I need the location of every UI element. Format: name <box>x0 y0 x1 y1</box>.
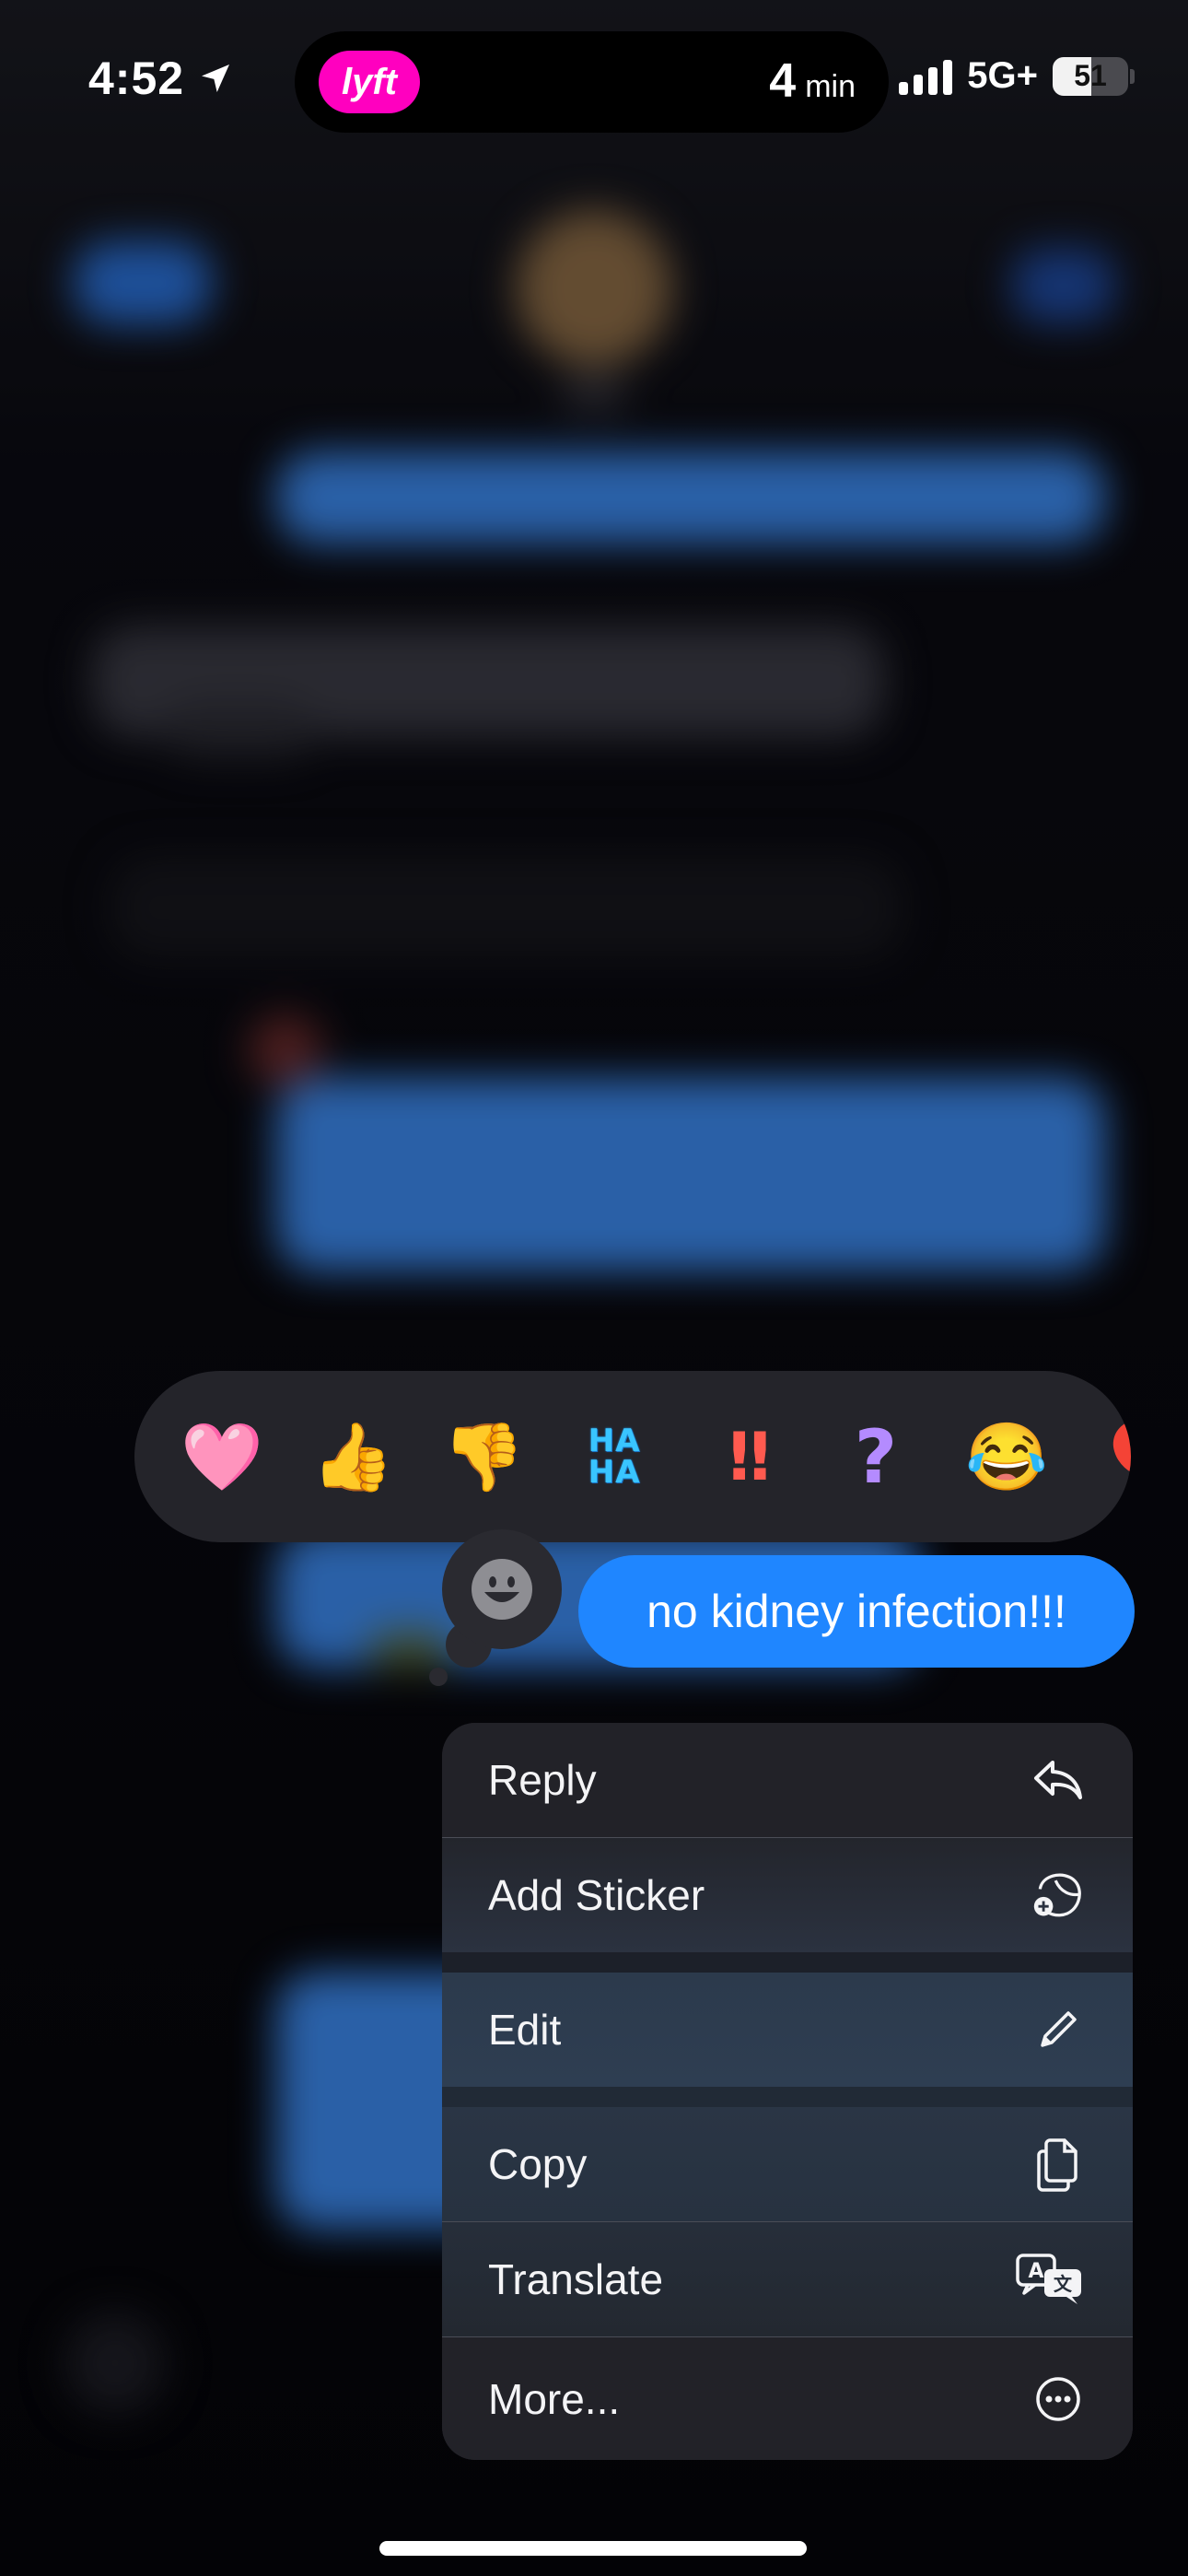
tapback-more-emoji[interactable]: 🎈 <box>1072 1371 1131 1542</box>
menu-item-label: Add Sticker <box>488 1871 705 1919</box>
battery-icon: 51 <box>1053 56 1135 96</box>
double-exclamation-icon: ‼ <box>728 1418 770 1495</box>
status-time-text: 4:52 <box>88 53 185 104</box>
status-indicators: 5G+ 51 <box>899 55 1135 97</box>
emoji-sticker-button[interactable] <box>442 1529 562 1649</box>
selected-message-bubble[interactable]: no kidney infection!!! <box>578 1555 1135 1668</box>
add-sticker-icon <box>1031 1868 1085 1922</box>
thumbs-up-emoji-icon: 👍 <box>311 1420 394 1494</box>
sticker-button-tail-dot <box>429 1668 448 1686</box>
lyft-logo: lyft <box>319 51 420 113</box>
menu-item-add-sticker[interactable]: Add Sticker <box>442 1838 1133 1952</box>
network-type: 5G+ <box>967 55 1038 96</box>
thumbs-down-emoji-icon: 👎 <box>442 1420 525 1494</box>
smiley-face-icon <box>472 1559 532 1620</box>
menu-item-copy[interactable]: Copy <box>442 2107 1133 2221</box>
message-context-menu: Reply Add Sticker Edit Copy Translate A … <box>442 1723 1133 2460</box>
menu-section-gap <box>442 1952 1133 1973</box>
tapback-thumbs-down[interactable]: 👎 <box>418 1371 549 1542</box>
message-text: no kidney infection!!! <box>646 1586 1066 1637</box>
eta-value: 4 <box>769 54 797 108</box>
cellular-signal-icon <box>899 58 953 95</box>
lyft-logo-text: lyft <box>342 61 397 102</box>
tapback-bar: 🩷 👍 👎 HA HA ‼ ? 😂 🎈 <box>134 1371 1131 1542</box>
battery-nub <box>1130 68 1135 84</box>
menu-item-label: More... <box>488 2374 621 2423</box>
svg-text:文: 文 <box>1054 2273 1073 2295</box>
svg-text:A: A <box>1028 2260 1043 2283</box>
menu-item-label: Reply <box>488 1756 597 1804</box>
dynamic-island-live-activity[interactable]: lyft 4 min <box>295 31 889 133</box>
menu-section-gap <box>442 2087 1133 2107</box>
menu-item-label: Translate <box>488 2255 664 2303</box>
location-arrow-icon <box>202 64 230 92</box>
eta-unit: min <box>805 69 856 104</box>
pencil-icon <box>1031 2003 1085 2056</box>
battery-body: 51 <box>1053 56 1128 96</box>
menu-item-translate[interactable]: Translate A 文 <box>442 2222 1133 2336</box>
tapback-tears-of-joy[interactable]: 😂 <box>941 1371 1072 1542</box>
menu-item-label: Edit <box>488 2006 562 2054</box>
battery-percent: 51 <box>1074 59 1107 92</box>
more-emoji-icon: 🎈 <box>1096 1418 1131 1496</box>
reply-arrow-icon <box>1031 1753 1085 1807</box>
haha-icon: HA HA <box>588 1423 641 1491</box>
copy-icon <box>1031 2137 1085 2192</box>
tapback-thumbs-up[interactable]: 👍 <box>287 1371 418 1542</box>
translate-icon: A 文 <box>1015 2253 1085 2306</box>
home-indicator[interactable] <box>379 2541 807 2556</box>
tears-of-joy-emoji-icon: 😂 <box>965 1420 1048 1494</box>
menu-item-reply[interactable]: Reply <box>442 1723 1133 1837</box>
question-mark-icon: ? <box>854 1413 898 1500</box>
status-bar: 4:52 lyft 4 min 5G+ 51 <box>0 0 1188 157</box>
tapback-list: 🩷 👍 👎 HA HA ‼ ? 😂 🎈 <box>134 1371 1131 1542</box>
tapback-exclamation[interactable]: ‼ <box>680 1371 810 1542</box>
tapback-haha[interactable]: HA HA <box>549 1371 680 1542</box>
ellipsis-circle-icon <box>1031 2372 1085 2426</box>
heart-emoji-icon: 🩷 <box>181 1420 263 1494</box>
tapback-heart[interactable]: 🩷 <box>157 1371 287 1542</box>
eta-readout: 4 min <box>769 53 856 109</box>
status-time: 4:52 <box>88 52 234 105</box>
menu-item-edit[interactable]: Edit <box>442 1973 1133 2087</box>
menu-item-more[interactable]: More... <box>442 2337 1133 2460</box>
tapback-question[interactable]: ? <box>810 1371 941 1542</box>
imessage-context-screen: 4:52 lyft 4 min 5G+ 51 🩷 👍 👎 HA HA ‼ ? 😂… <box>0 0 1188 2576</box>
menu-item-label: Copy <box>488 2140 588 2188</box>
